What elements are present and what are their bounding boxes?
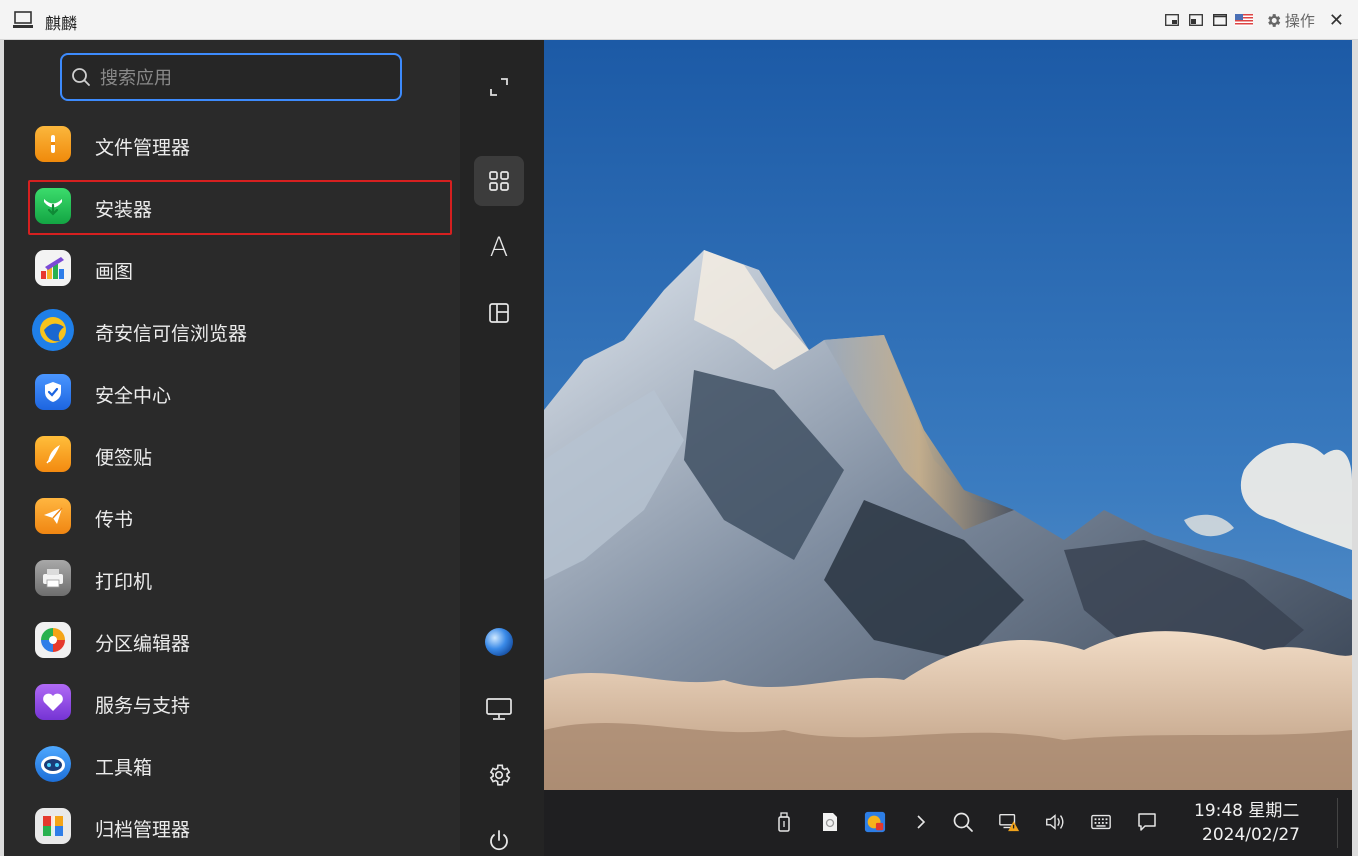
app-label: 工具箱	[95, 757, 153, 779]
restore-button[interactable]	[1187, 11, 1205, 29]
app-label: 便签贴	[95, 447, 153, 469]
app-label: 文件管理器	[95, 137, 191, 159]
clipboard-icon	[823, 813, 837, 831]
category-view-button[interactable]	[474, 288, 524, 338]
start-menu-sidebar: A	[460, 40, 544, 856]
keyboard-language-button[interactable]	[1234, 11, 1253, 29]
chevron-right-icon	[917, 815, 926, 829]
titlebar-controls: 操作 ✕	[1163, 9, 1344, 31]
app-label: 打印机	[95, 571, 153, 593]
pip-icon	[1164, 14, 1179, 26]
search-icon	[72, 68, 90, 86]
archive-icon	[35, 808, 71, 844]
maximize-button[interactable]	[1211, 11, 1229, 29]
app-item-sticky-notes[interactable]: 便签贴	[4, 424, 460, 486]
app-item-partition-editor[interactable]: 分区编辑器	[4, 610, 460, 672]
keyboard-icon	[1091, 814, 1111, 830]
app-label: 安装器	[95, 199, 153, 221]
app-item-installer[interactable]: 安装器	[4, 176, 460, 238]
app-item-paint[interactable]: 画图	[4, 238, 460, 300]
usb-icon	[778, 812, 790, 832]
clock-date[interactable]: 2024/02/27	[1202, 825, 1300, 845]
power-icon	[490, 830, 508, 851]
note-icon	[35, 436, 71, 472]
actions-label: 操作	[1284, 11, 1315, 30]
partition-icon	[35, 622, 71, 658]
tray-expand-button[interactable]	[910, 810, 932, 834]
window-title: 麒麟	[45, 14, 78, 33]
actions-menu-button[interactable]: 操作	[1265, 10, 1315, 31]
app-label: 画图	[95, 261, 134, 283]
search-icon	[953, 812, 973, 832]
app-label: 分区编辑器	[95, 633, 191, 655]
restore-icon	[1188, 14, 1203, 26]
app-item-qianxin-browser[interactable]: 奇安信可信浏览器	[4, 300, 460, 362]
gear-icon	[1268, 13, 1281, 27]
network-tray-button[interactable]	[998, 810, 1020, 834]
app-search-box[interactable]	[60, 53, 402, 101]
maximize-icon	[1212, 14, 1227, 26]
app-tray-button[interactable]	[864, 810, 886, 834]
installer-icon	[35, 188, 71, 224]
browser-icon	[32, 309, 74, 351]
selection-highlight-frame	[28, 180, 452, 235]
app-label: 安全中心	[95, 385, 172, 407]
paint-icon	[35, 250, 71, 286]
app-label: 归档管理器	[95, 819, 191, 841]
app-search-input[interactable]	[98, 63, 392, 93]
app-item-toolbox[interactable]: 工具箱	[4, 734, 460, 796]
user-avatar	[485, 628, 513, 656]
app-item-printer[interactable]: 打印机	[4, 548, 460, 610]
usb-tray-button[interactable]	[773, 810, 795, 834]
keyboard-tray-button[interactable]	[1090, 810, 1112, 834]
desktop-wallpaper	[544, 40, 1352, 790]
app-item-file-manager[interactable]: 文件管理器	[4, 114, 460, 176]
taskbar-search-button[interactable]	[952, 810, 974, 834]
category-icon	[489, 303, 509, 323]
monitor-icon	[486, 698, 512, 720]
shield-icon	[35, 374, 71, 410]
settings-icon	[489, 764, 511, 786]
host-titlebar: 麒麟 操作 ✕	[0, 0, 1358, 40]
printer-icon	[35, 560, 71, 596]
pip-mode-button[interactable]	[1163, 11, 1181, 29]
user-avatar-button[interactable]	[474, 617, 524, 667]
computer-button[interactable]	[474, 684, 524, 734]
notification-tray-button[interactable]	[1136, 810, 1158, 834]
alphabetical-view-button[interactable]: A	[474, 222, 524, 272]
app-label: 传书	[95, 509, 134, 531]
folder-icon	[35, 126, 71, 162]
expand-icon	[490, 78, 508, 96]
grid-icon	[489, 171, 509, 191]
app-item-transfer[interactable]: 传书	[4, 486, 460, 548]
power-button[interactable]	[474, 816, 524, 856]
start-menu: 文件管理器 安装器 画图	[4, 40, 544, 856]
taskbar: 19:48 星期二 2024/02/27	[544, 790, 1352, 856]
clipboard-tray-button[interactable]	[819, 810, 841, 834]
us-flag-icon	[1234, 14, 1253, 26]
letter-a-icon: A	[489, 231, 509, 263]
show-desktop-separator[interactable]	[1337, 798, 1338, 848]
volume-tray-button[interactable]	[1044, 810, 1066, 834]
robot-icon	[35, 746, 71, 782]
notification-icon	[1138, 813, 1156, 831]
volume-icon	[1046, 814, 1064, 830]
app-tray-icon	[864, 811, 886, 833]
close-button[interactable]: ✕	[1329, 10, 1344, 31]
heart-icon	[35, 684, 71, 720]
computer-icon	[13, 11, 33, 28]
fullscreen-menu-button[interactable]	[474, 62, 524, 112]
app-label: 奇安信可信浏览器	[95, 323, 248, 345]
clock-time[interactable]: 19:48 星期二	[1194, 796, 1299, 821]
send-icon	[35, 498, 71, 534]
settings-button[interactable]	[474, 750, 524, 800]
app-item-security-center[interactable]: 安全中心	[4, 362, 460, 424]
app-item-archive-manager[interactable]: 归档管理器	[4, 796, 460, 856]
guest-screen: 文件管理器 安装器 画图	[4, 40, 1352, 856]
network-warning-icon	[999, 813, 1020, 832]
app-label: 服务与支持	[95, 695, 191, 717]
all-apps-view-button[interactable]	[474, 156, 524, 206]
app-item-service-support[interactable]: 服务与支持	[4, 672, 460, 734]
app-list: 文件管理器 安装器 画图 奇安信可信浏览器 安全中心 便签贴 传书 打印机 分区…	[4, 114, 460, 856]
